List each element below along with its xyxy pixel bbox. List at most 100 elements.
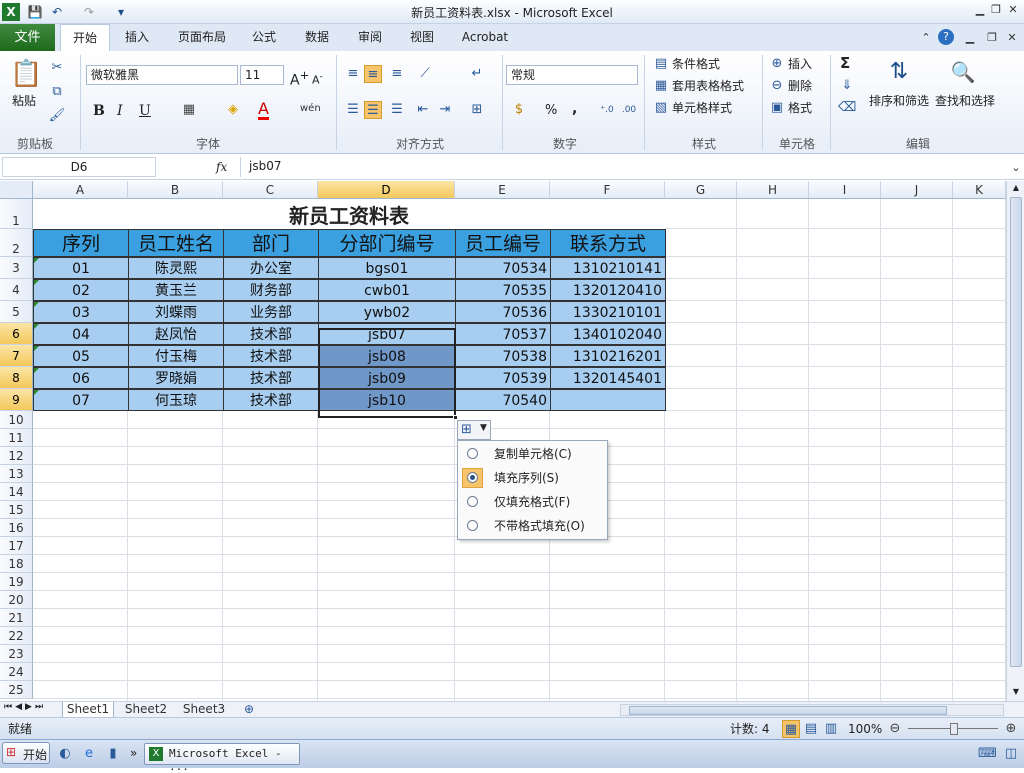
tab-file[interactable]: 文件 — [0, 24, 55, 51]
percent-button[interactable]: % — [545, 103, 557, 119]
row-header-5[interactable]: 5 — [0, 301, 33, 323]
table-header-cell[interactable]: 部门 — [223, 229, 319, 257]
number-format-select[interactable]: 常规 — [506, 65, 638, 85]
decrease-indent-icon[interactable]: ⇤ — [414, 101, 432, 119]
row-header-4[interactable]: 4 — [0, 279, 33, 301]
table-cell[interactable]: 04 — [33, 323, 129, 345]
row-header-6[interactable]: 6 — [0, 323, 33, 345]
expand-formula-bar-icon[interactable]: ⌄ — [1008, 160, 1024, 176]
normal-view-icon[interactable]: ▦ — [782, 720, 800, 738]
table-cell[interactable]: 技术部 — [223, 345, 319, 367]
table-cell[interactable]: 1320120410 — [550, 279, 666, 301]
table-cell[interactable]: 办公室 — [223, 257, 319, 279]
sheet-tab-3[interactable]: Sheet3 — [178, 702, 230, 718]
autofill-options-button[interactable]: ⊞ ▼ — [457, 420, 491, 440]
row-header-17[interactable]: 17 — [0, 537, 33, 555]
zoom-level[interactable]: 100% — [848, 721, 882, 737]
table-cell[interactable]: 70540 — [455, 389, 551, 411]
align-bottom-icon[interactable]: ≡ — [388, 65, 406, 83]
table-cell[interactable]: 06 — [33, 367, 129, 389]
tab-page-layout[interactable]: 页面布局 — [168, 24, 236, 51]
quick-launch-icon-2[interactable]: ▮ — [104, 745, 122, 763]
insert-sheet-icon[interactable]: ⊕ — [238, 702, 260, 718]
column-header-j[interactable]: J — [881, 181, 953, 199]
tab-home[interactable]: 开始 — [60, 24, 110, 52]
conditional-format-button[interactable]: 条件格式 — [672, 56, 720, 72]
cell-styles-icon[interactable]: ▧ — [652, 99, 670, 117]
taskbar-excel-button[interactable]: X Microsoft Excel - ... — [144, 743, 300, 773]
fill-color-icon[interactable]: ◈ — [224, 101, 242, 119]
format-cells-icon[interactable]: ▣ — [768, 99, 786, 117]
minimize-window-button[interactable]: ▁ — [972, 2, 988, 18]
page-break-view-icon[interactable]: ▥ — [822, 720, 840, 738]
column-header-a[interactable]: A — [33, 181, 128, 199]
tab-formulas[interactable]: 公式 — [244, 24, 284, 51]
grow-font-icon[interactable]: A+ — [290, 67, 309, 89]
table-cell[interactable]: 赵凤怡 — [128, 323, 224, 345]
table-cell[interactable]: 1320145401 — [550, 367, 666, 389]
internet-explorer-icon[interactable]: e — [80, 745, 98, 763]
align-left-icon[interactable]: ☰ — [344, 101, 362, 119]
borders-icon[interactable]: ▦ — [180, 101, 198, 119]
horizontal-scrollbar[interactable] — [620, 704, 1004, 716]
format-painter-icon[interactable]: 🖌 — [48, 107, 66, 125]
restore-window-button[interactable]: ❐ — [988, 2, 1004, 18]
zoom-slider-thumb[interactable] — [950, 723, 958, 735]
table-cell[interactable]: 07 — [33, 389, 129, 411]
select-all-button[interactable] — [0, 181, 33, 199]
table-cell[interactable]: jsb10 — [318, 389, 456, 411]
row-header-3[interactable]: 3 — [0, 257, 33, 279]
formula-input[interactable]: jsb07 — [240, 157, 1010, 177]
vertical-scroll-thumb[interactable] — [1010, 197, 1022, 667]
find-select-button[interactable]: 查找和选择 — [935, 93, 995, 109]
zoom-in-icon[interactable]: ⊕ — [1002, 720, 1020, 738]
name-box[interactable]: D6 — [2, 157, 156, 177]
table-cell[interactable] — [550, 389, 666, 411]
table-cell[interactable]: 陈灵熙 — [128, 257, 224, 279]
fill-icon[interactable]: ⇓ — [838, 77, 856, 95]
find-select-icon[interactable]: 🔍 — [948, 57, 978, 87]
row-header-22[interactable]: 22 — [0, 627, 33, 645]
column-header-h[interactable]: H — [737, 181, 809, 199]
row-header-20[interactable]: 20 — [0, 591, 33, 609]
start-button[interactable]: ⊞ 开始 — [2, 742, 50, 764]
column-header-b[interactable]: B — [128, 181, 223, 199]
row-header-24[interactable]: 24 — [0, 663, 33, 681]
currency-icon[interactable]: $ — [510, 101, 528, 119]
keyboard-tray-icon[interactable]: ⌨ — [978, 745, 997, 763]
conditional-format-icon[interactable]: ▤ — [652, 55, 670, 73]
table-cell[interactable]: 罗晓娟 — [128, 367, 224, 389]
help-icon[interactable]: ? — [938, 29, 954, 45]
table-cell[interactable]: 黄玉兰 — [128, 279, 224, 301]
table-cell[interactable]: 技术部 — [223, 389, 319, 411]
table-cell[interactable]: 技术部 — [223, 323, 319, 345]
table-cell[interactable]: 70537 — [455, 323, 551, 345]
close-workbook-button[interactable]: ✕ — [1004, 30, 1020, 46]
tab-view[interactable]: 视图 — [400, 24, 444, 51]
font-color-icon[interactable]: A — [258, 101, 269, 120]
table-header-cell[interactable]: 员工姓名 — [128, 229, 224, 257]
row-header-2[interactable]: 2 — [0, 229, 33, 257]
bold-button[interactable]: B — [93, 103, 105, 119]
cell-styles-button[interactable]: 单元格样式 — [672, 100, 732, 116]
row-header-18[interactable]: 18 — [0, 555, 33, 573]
table-header-cell[interactable]: 联系方式 — [550, 229, 666, 257]
align-middle-icon[interactable]: ≡ — [364, 65, 382, 83]
orientation-icon[interactable]: ⟋ — [416, 65, 434, 83]
close-window-button[interactable]: ✕ — [1005, 2, 1021, 18]
network-tray-icon[interactable]: ◫ — [1002, 745, 1020, 763]
table-cell[interactable]: bgs01 — [318, 257, 456, 279]
restore-workbook-button[interactable]: ❐ — [984, 30, 1000, 46]
align-top-icon[interactable]: ≡ — [344, 65, 362, 83]
table-cell[interactable]: 05 — [33, 345, 129, 367]
column-header-i[interactable]: I — [809, 181, 881, 199]
row-header-13[interactable]: 13 — [0, 465, 33, 483]
table-cell[interactable]: 付玉梅 — [128, 345, 224, 367]
table-cell[interactable]: 1330210101 — [550, 301, 666, 323]
sort-filter-icon[interactable]: ⇅ — [884, 57, 914, 87]
insert-cells-icon[interactable]: ⊕ — [768, 55, 786, 73]
increase-indent-icon[interactable]: ⇥ — [436, 101, 454, 119]
clear-icon[interactable]: ⌫ — [838, 99, 856, 117]
table-cell[interactable]: 70535 — [455, 279, 551, 301]
row-header-15[interactable]: 15 — [0, 501, 33, 519]
